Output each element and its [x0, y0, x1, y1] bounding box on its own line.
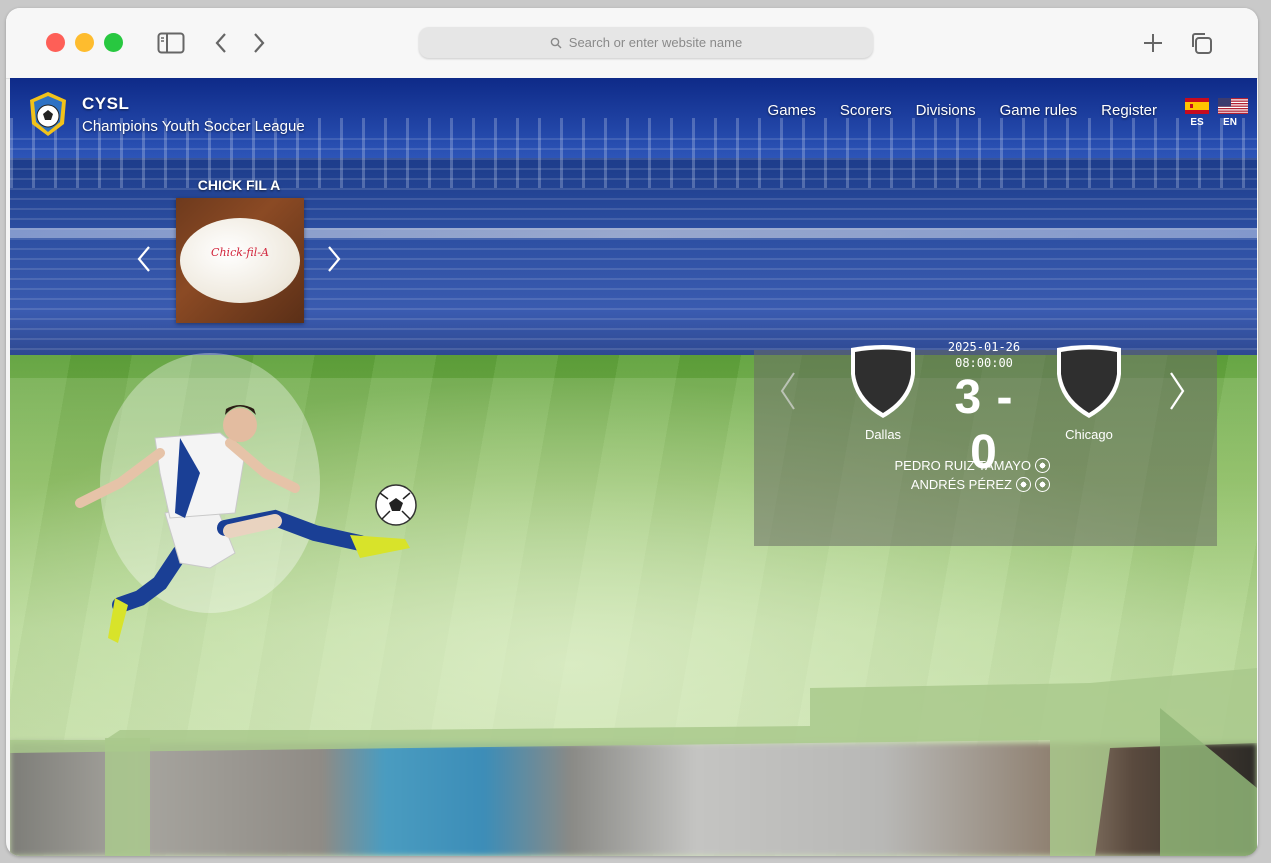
sponsor-prev-icon[interactable]	[132, 242, 156, 276]
browser-toolbar: Search or enter website name	[6, 8, 1258, 79]
language-en[interactable]: EN	[1215, 98, 1248, 128]
away-team-shield-icon[interactable]	[1054, 344, 1124, 420]
tab-overview-icon[interactable]	[1186, 28, 1216, 58]
nav-game-rules[interactable]: Game rules	[1000, 102, 1078, 119]
away-team-name: Chicago	[1065, 427, 1113, 442]
site-short-name[interactable]: CYSL	[82, 94, 129, 114]
minimize-window-button[interactable]	[75, 33, 94, 52]
sponsor-next-icon[interactable]	[322, 242, 346, 276]
sponsor-name: CHICK FIL A	[197, 177, 281, 193]
sponsor-plate: Chick-fil-A	[180, 218, 300, 303]
decorative-angled-shapes	[10, 668, 1257, 856]
game-score-panel[interactable]: 2025-01-26 08:00:00 Dallas 3 - 0 Chicago…	[754, 340, 1217, 546]
scorer-row: ANDRÉS PÉREZ	[750, 477, 1050, 492]
nav-scorers[interactable]: Scorers	[840, 102, 892, 119]
game-time: 08:00:00	[955, 356, 1013, 370]
game-next-icon[interactable]	[1165, 372, 1189, 410]
goal-ball-icon	[1035, 477, 1050, 492]
us-flag-icon	[1218, 98, 1248, 114]
goal-ball-icon	[1016, 477, 1031, 492]
nav-register[interactable]: Register	[1101, 102, 1157, 119]
site-full-name: Champions Youth Soccer League	[82, 118, 305, 135]
browser-window: Search or enter website name CYSL Champi…	[6, 8, 1258, 856]
close-window-button[interactable]	[46, 33, 65, 52]
scorer-row: PEDRO RUIZ TAMAYO	[750, 458, 1050, 473]
sponsor-logo: Chick-fil-A	[211, 246, 269, 259]
language-es-label: ES	[1190, 117, 1204, 128]
address-bar[interactable]: Search or enter website name	[419, 27, 873, 58]
spain-flag-icon	[1185, 98, 1209, 114]
main-nav: Games Scorers Divisions Game rules Regis…	[768, 102, 1157, 119]
language-en-label: EN	[1223, 117, 1237, 128]
nav-games[interactable]: Games	[768, 102, 816, 119]
web-page: CYSL Champions Youth Soccer League Games…	[10, 78, 1257, 856]
new-tab-icon[interactable]	[1138, 28, 1168, 58]
back-icon[interactable]	[206, 28, 236, 58]
forward-icon[interactable]	[244, 28, 274, 58]
scorer-name: ANDRÉS PÉREZ	[910, 477, 1012, 492]
sponsor-image[interactable]: Chick-fil-A	[176, 198, 304, 323]
search-icon	[550, 37, 562, 49]
address-bar-placeholder: Search or enter website name	[568, 35, 743, 50]
goal-ball-icon	[1035, 458, 1050, 473]
league-logo[interactable]	[26, 90, 70, 138]
maximize-window-button[interactable]	[104, 33, 123, 52]
sidebar-toggle-icon[interactable]	[156, 28, 186, 58]
game-prev-icon[interactable]	[776, 372, 800, 410]
scorer-name: PEDRO RUIZ TAMAYO	[894, 458, 1031, 473]
nav-divisions[interactable]: Divisions	[916, 102, 976, 119]
home-team-shield-icon[interactable]	[848, 344, 918, 420]
language-es[interactable]: ES	[1182, 98, 1212, 128]
soccer-player-image	[75, 353, 417, 643]
game-date: 2025-01-26	[947, 340, 1021, 354]
home-team-name: Dallas	[864, 427, 902, 442]
